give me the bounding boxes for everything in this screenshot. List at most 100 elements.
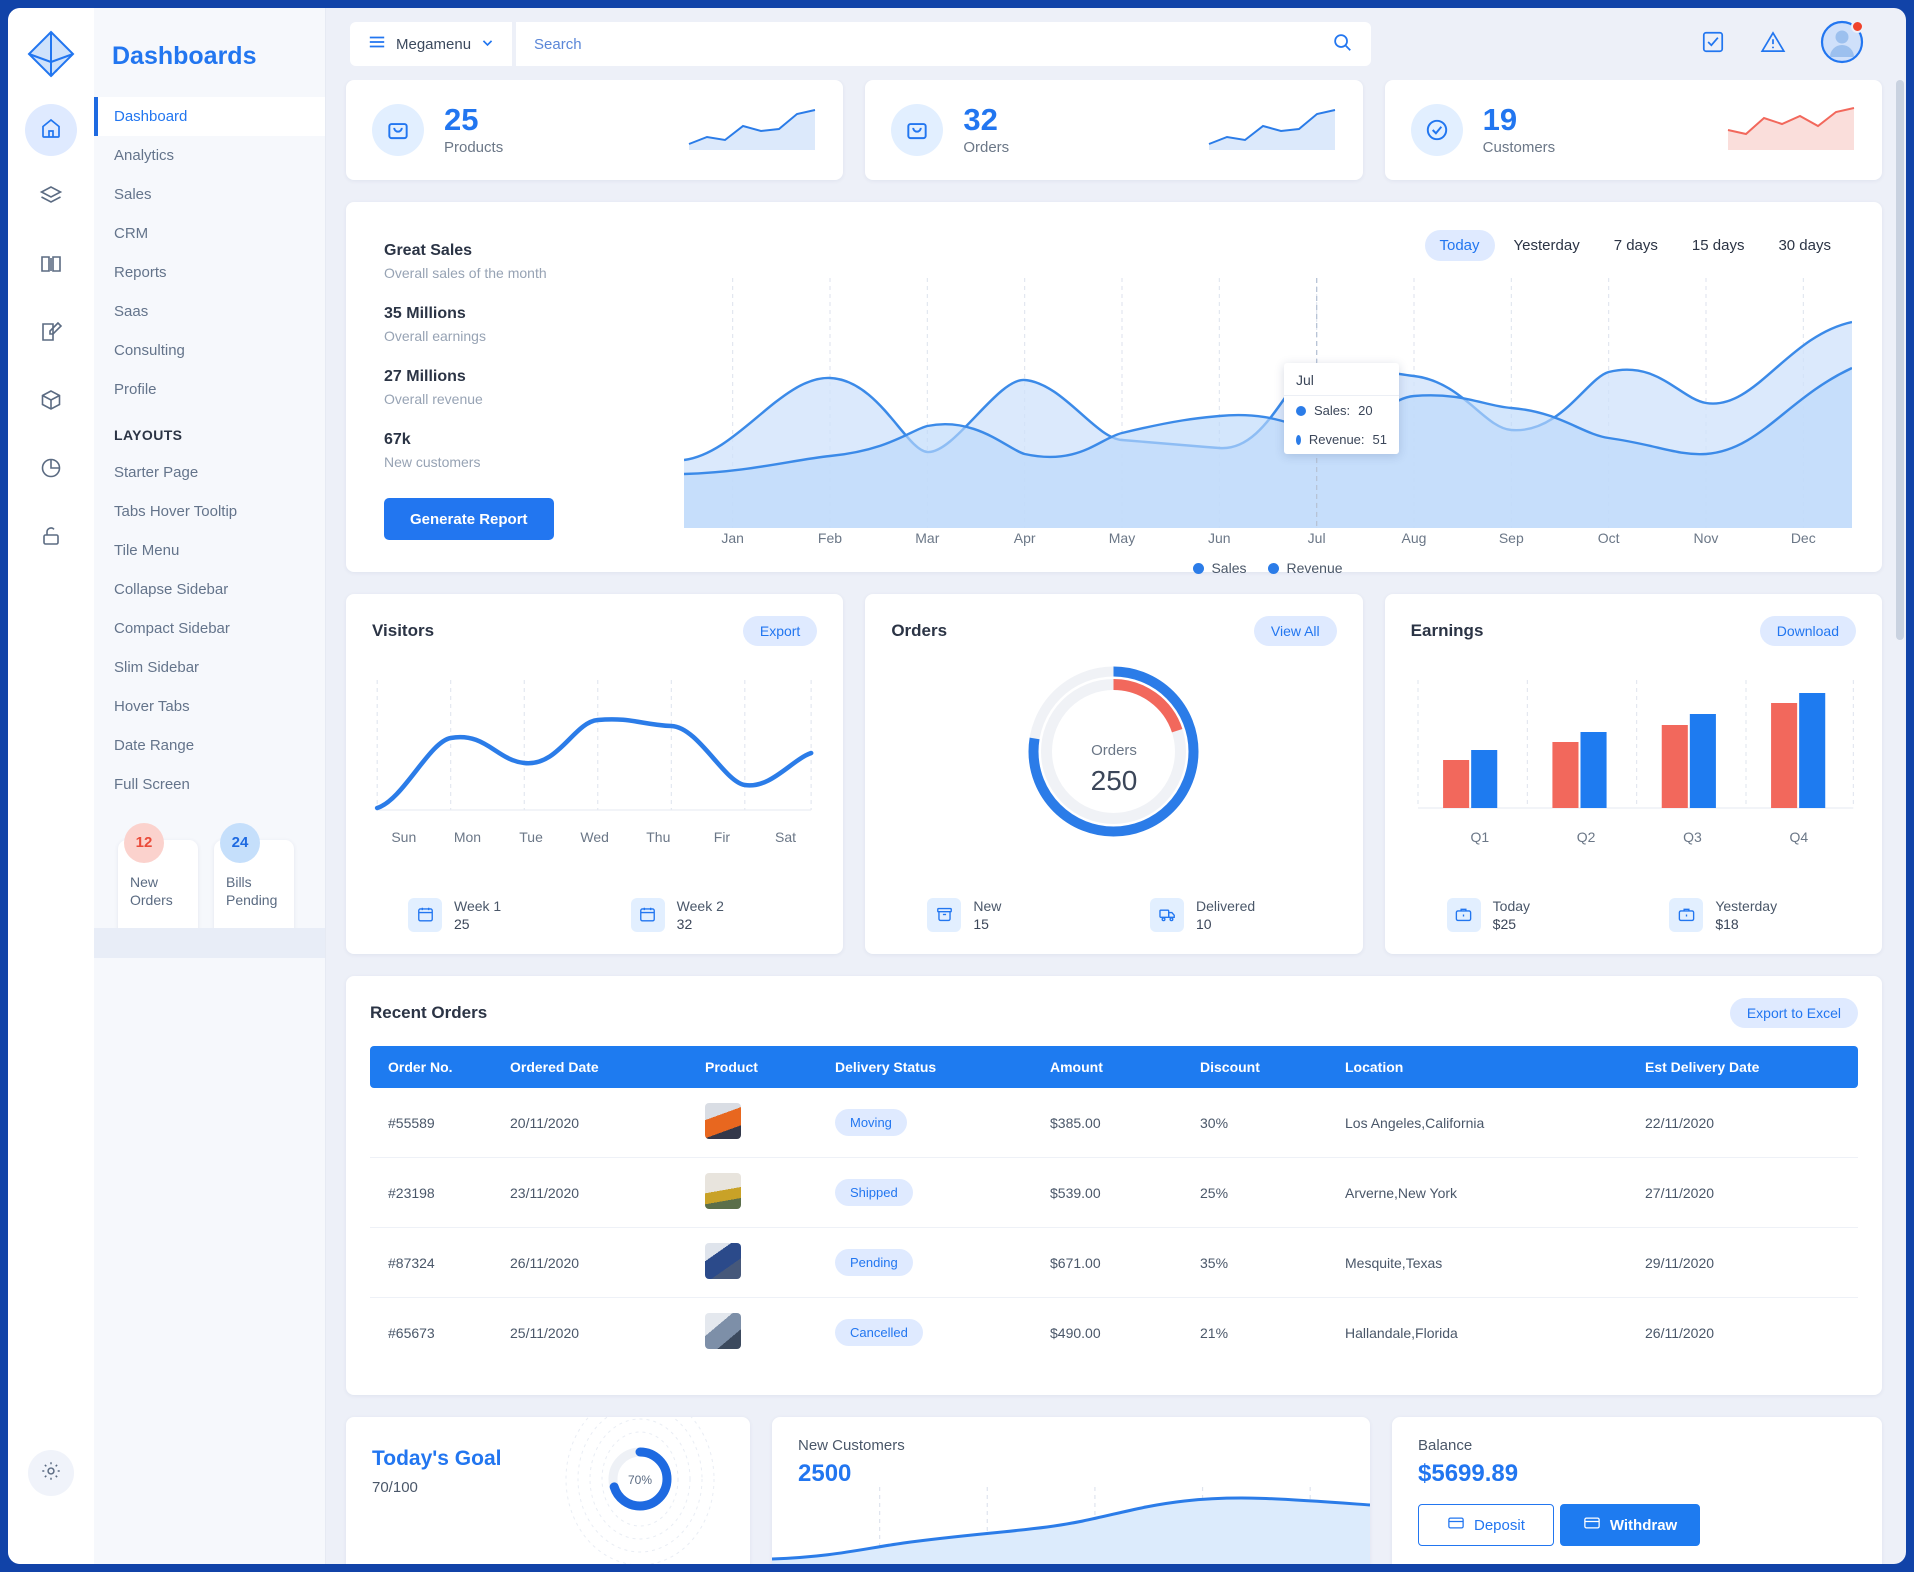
sidebar-item-saas[interactable]: Saas	[94, 292, 325, 331]
sidebar-item-profile[interactable]: Profile	[94, 370, 325, 409]
search-input[interactable]	[534, 35, 1332, 53]
sidebar-item-slim-sidebar[interactable]: Slim Sidebar	[94, 648, 325, 687]
sales-x-axis: Jan Feb Mar Apr May Jun Jul Aug Sep Oct …	[684, 530, 1852, 546]
status-badge: 12	[124, 823, 164, 863]
export-to-excel-button[interactable]: Export to Excel	[1729, 998, 1858, 1028]
sidebar-item-hover-tabs[interactable]: Hover Tabs	[94, 687, 325, 726]
megamenu-button[interactable]: Megamenu	[350, 22, 513, 66]
sidebar-item-full-screen[interactable]: Full Screen	[94, 765, 325, 804]
rail-item-edit[interactable]	[25, 308, 77, 360]
calendar-icon	[630, 897, 665, 932]
period-today[interactable]: Today	[1424, 230, 1495, 261]
card-icon	[1447, 1514, 1465, 1536]
sidebar-item-reports[interactable]: Reports	[94, 253, 325, 292]
todays-goal-card: Today's Goal 70/100 70%	[346, 1417, 750, 1564]
table-row[interactable]: #87324 26/11/2020 Pending $671.00 35% Me…	[370, 1227, 1858, 1298]
stat-card-orders[interactable]: 32 Orders	[865, 80, 1363, 180]
axis-tick: Oct	[1597, 530, 1620, 546]
new-customers-area-chart	[772, 1487, 1370, 1564]
axis-tick: Nov	[1693, 530, 1719, 546]
recent-orders-card: Recent Orders Export to Excel Order No. …	[346, 976, 1882, 1395]
sidebar-card-line2: Pending	[226, 891, 278, 908]
table-row[interactable]: #55589 20/11/2020 Moving $385.00 30% Los…	[370, 1088, 1858, 1158]
column-order-no[interactable]: Order No.	[370, 1046, 500, 1088]
rail-item-pie-chart[interactable]	[25, 444, 77, 496]
checkbox-task-icon[interactable]	[1700, 29, 1726, 59]
sidebar-item-crm[interactable]: CRM	[94, 214, 325, 253]
sales-area-chart	[683, 278, 1853, 528]
legend-item-sales[interactable]: Sales	[1193, 560, 1246, 576]
series-dot-icon	[1296, 405, 1306, 416]
table-row[interactable]: #65673 25/11/2020 Cancelled $490.00 21% …	[370, 1298, 1858, 1368]
sidebar-divider	[94, 928, 325, 958]
settings-button[interactable]	[28, 1450, 74, 1496]
search-bar[interactable]	[516, 22, 1372, 66]
stat-card-products[interactable]: 25 Products	[346, 80, 844, 180]
rail-item-home[interactable]	[25, 104, 77, 156]
sidebar-card-bills-pending[interactable]: 24 Bills Pending	[214, 823, 294, 938]
column-discount[interactable]: Discount	[1190, 1046, 1335, 1088]
cell-amount: $490.00	[1050, 1324, 1101, 1341]
generate-report-button[interactable]: Generate Report	[384, 498, 554, 540]
period-15-days[interactable]: 15 days	[1677, 230, 1760, 261]
notification-badge	[1851, 20, 1864, 33]
sidebar-item-label: Tile Menu	[114, 542, 180, 559]
sidebar-layouts: Starter Page Tabs Hover Tooltip Tile Men…	[94, 453, 325, 804]
avatar[interactable]	[1820, 20, 1864, 68]
cell-status: Shipped	[825, 1157, 1040, 1228]
period-filter: Today Yesterday 7 days 15 days 30 days	[1424, 230, 1847, 261]
view-all-button[interactable]: View All	[1253, 616, 1337, 646]
sidebar-item-tabs-hover-tooltip[interactable]: Tabs Hover Tooltip	[94, 492, 325, 531]
recent-orders-table: Order No. Ordered Date Product Delivery …	[370, 1046, 1858, 1367]
sidebar-item-consulting[interactable]: Consulting	[94, 331, 325, 370]
rail-item-box[interactable]	[25, 376, 77, 428]
withdraw-button[interactable]: Withdraw	[1559, 1504, 1701, 1546]
column-amount[interactable]: Amount	[1040, 1046, 1190, 1088]
axis-tick: Sun	[391, 829, 417, 845]
sidebar-item-dashboard[interactable]: Dashboard	[94, 97, 325, 136]
download-button[interactable]: Download	[1759, 616, 1856, 646]
column-delivery-status[interactable]: Delivery Status	[825, 1046, 1040, 1088]
column-ordered-date[interactable]: Ordered Date	[500, 1046, 695, 1088]
scrollbar-thumb[interactable]	[1896, 80, 1904, 640]
scrollbar[interactable]	[1896, 80, 1904, 1564]
deposit-button[interactable]: Deposit	[1418, 1504, 1554, 1546]
cell-discount: 21%	[1200, 1324, 1229, 1341]
period-yesterday[interactable]: Yesterday	[1499, 230, 1595, 261]
megamenu-label: Megamenu	[396, 35, 472, 53]
main-area: Megamenu Search 25 Products 32 Orders 19…	[326, 8, 1906, 1564]
sidebar-item-starter-page[interactable]: Starter Page	[94, 453, 325, 492]
alert-triangle-icon[interactable]	[1760, 29, 1786, 59]
sidebar: Dashboards Dashboard Analytics Sales CRM…	[94, 8, 326, 1564]
sidebar-item-collapse-sidebar[interactable]: Collapse Sidebar	[94, 570, 325, 609]
column-location[interactable]: Location	[1335, 1046, 1635, 1088]
search-icon[interactable]	[1331, 31, 1353, 57]
sidebar-item-date-range[interactable]: Date Range	[94, 726, 325, 765]
period-30-days[interactable]: 30 days	[1763, 230, 1846, 261]
rail-item-layers[interactable]	[25, 172, 77, 224]
legend-item-revenue[interactable]: Revenue	[1268, 560, 1343, 576]
export-button[interactable]: Export	[742, 616, 818, 646]
period-7-days[interactable]: 7 days	[1599, 230, 1673, 261]
cell-amount: $671.00	[1040, 1227, 1190, 1298]
stat-card-customers[interactable]: 19 Customers	[1384, 80, 1882, 180]
cell-ordered-date: 25/11/2020	[510, 1324, 580, 1341]
rail-item-book[interactable]	[25, 240, 77, 292]
orders-delivered: Delivered 10	[1114, 897, 1337, 932]
sidebar-card-new-orders[interactable]: 12 New Orders	[118, 823, 198, 938]
stat-label: Orders	[963, 138, 1010, 156]
column-est-delivery-date[interactable]: Est Delivery Date	[1635, 1046, 1858, 1088]
column-product[interactable]: Product	[695, 1046, 825, 1088]
status-badge: Pending	[835, 1249, 913, 1276]
sidebar-item-sales[interactable]: Sales	[94, 175, 325, 214]
table-row[interactable]: #23198 23/11/2020 Shipped $539.00 25% Ar…	[370, 1157, 1858, 1228]
axis-tick: Q1	[1470, 829, 1490, 845]
sidebar-item-compact-sidebar[interactable]: Compact Sidebar	[94, 609, 325, 648]
axis-tick: May	[1108, 530, 1136, 546]
sidebar-item-tile-menu[interactable]: Tile Menu	[94, 531, 325, 570]
sales-heading: Great Sales	[384, 242, 473, 259]
sidebar-item-analytics[interactable]: Analytics	[94, 136, 325, 175]
kite-logo-icon[interactable]	[23, 26, 79, 82]
rail-item-lock[interactable]	[25, 512, 77, 564]
tooltip-value: 20	[1358, 403, 1373, 418]
